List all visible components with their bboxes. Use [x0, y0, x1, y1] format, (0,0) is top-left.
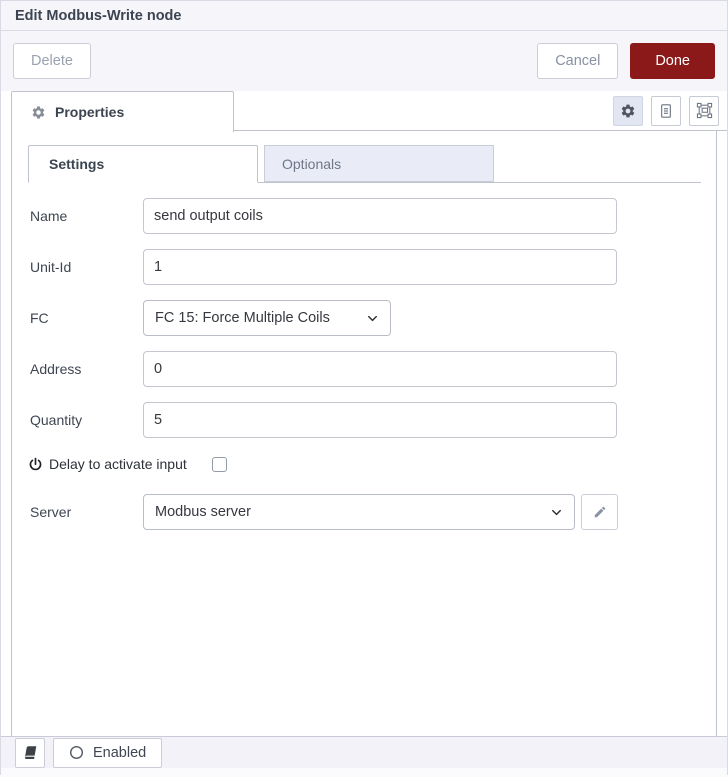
chevron-down-icon: [365, 311, 380, 326]
server-row: Server Modbus server: [28, 494, 701, 530]
power-icon: [28, 457, 43, 472]
address-input[interactable]: [143, 351, 617, 387]
fc-select-value: FC 15: Force Multiple Coils: [155, 310, 330, 326]
unit-id-label: Unit-Id: [30, 259, 72, 275]
node-help-button[interactable]: [15, 737, 45, 768]
tab-properties[interactable]: Properties: [11, 91, 234, 132]
done-button[interactable]: Done: [630, 43, 715, 79]
description-view-button[interactable]: [651, 95, 681, 126]
cancel-button[interactable]: Cancel: [537, 43, 619, 79]
tab-settings[interactable]: Settings: [28, 145, 258, 183]
properties-panel: Settings Optionals Name Unit-Id FC FC 15…: [11, 131, 717, 736]
tab-optionals-label: Optionals: [282, 155, 342, 172]
enabled-label: Enabled: [93, 744, 147, 761]
document-icon: [658, 103, 674, 119]
quantity-label: Quantity: [30, 412, 83, 428]
delay-row: Delay to activate input: [28, 453, 701, 475]
server-select-value: Modbus server: [155, 504, 251, 520]
unit-id-row: Unit-Id: [28, 249, 701, 285]
editor-tab-header: Properties: [11, 91, 727, 132]
tab-optionals[interactable]: Optionals: [264, 145, 494, 182]
node-enabled-toggle[interactable]: Enabled: [53, 737, 163, 768]
settings-form: Name Unit-Id FC FC 15: Force Multiple Co…: [28, 198, 701, 530]
delay-checkbox[interactable]: [211, 456, 227, 472]
properties-view-button[interactable]: [613, 95, 643, 126]
name-label: Name: [30, 208, 68, 224]
gear-icon: [31, 105, 46, 120]
pencil-icon: [593, 505, 607, 519]
editor-toolbar: [613, 91, 727, 130]
server-edit-button[interactable]: [581, 494, 618, 530]
dialog-titlebar: Edit Modbus-Write node: [1, 1, 727, 31]
dialog-title: Edit Modbus-Write node: [15, 7, 182, 24]
quantity-row: Quantity: [28, 402, 701, 438]
address-label: Address: [30, 361, 82, 377]
settings-tab-row: Settings Optionals: [28, 145, 701, 183]
dialog-footer: Enabled: [1, 736, 727, 768]
quantity-input[interactable]: [143, 402, 617, 438]
delay-label: Delay to activate input: [49, 456, 187, 472]
dialog-action-bar: Delete Cancel Done: [1, 31, 727, 91]
fc-label: FC: [30, 310, 49, 326]
server-label: Server: [30, 504, 72, 520]
delete-button[interactable]: Delete: [13, 43, 91, 79]
tab-properties-label: Properties: [55, 104, 125, 120]
edit-node-dialog: Edit Modbus-Write node Delete Cancel Don…: [0, 0, 728, 777]
server-select[interactable]: Modbus server: [143, 494, 575, 530]
dialog-bottom-edge: [1, 768, 727, 777]
name-row: Name: [28, 198, 701, 234]
tab-settings-label: Settings: [49, 156, 105, 172]
unit-id-input[interactable]: [143, 249, 617, 285]
address-row: Address: [28, 351, 701, 387]
fc-select[interactable]: FC 15: Force Multiple Coils: [143, 300, 391, 336]
gear-icon: [620, 103, 636, 119]
circle-icon: [69, 745, 84, 760]
selection-frame-icon: [696, 102, 713, 119]
fc-row: FC FC 15: Force Multiple Coils: [28, 300, 701, 336]
chevron-down-icon: [549, 505, 564, 520]
book-icon: [23, 745, 38, 760]
appearance-view-button[interactable]: [689, 95, 719, 126]
name-input[interactable]: [143, 198, 617, 234]
